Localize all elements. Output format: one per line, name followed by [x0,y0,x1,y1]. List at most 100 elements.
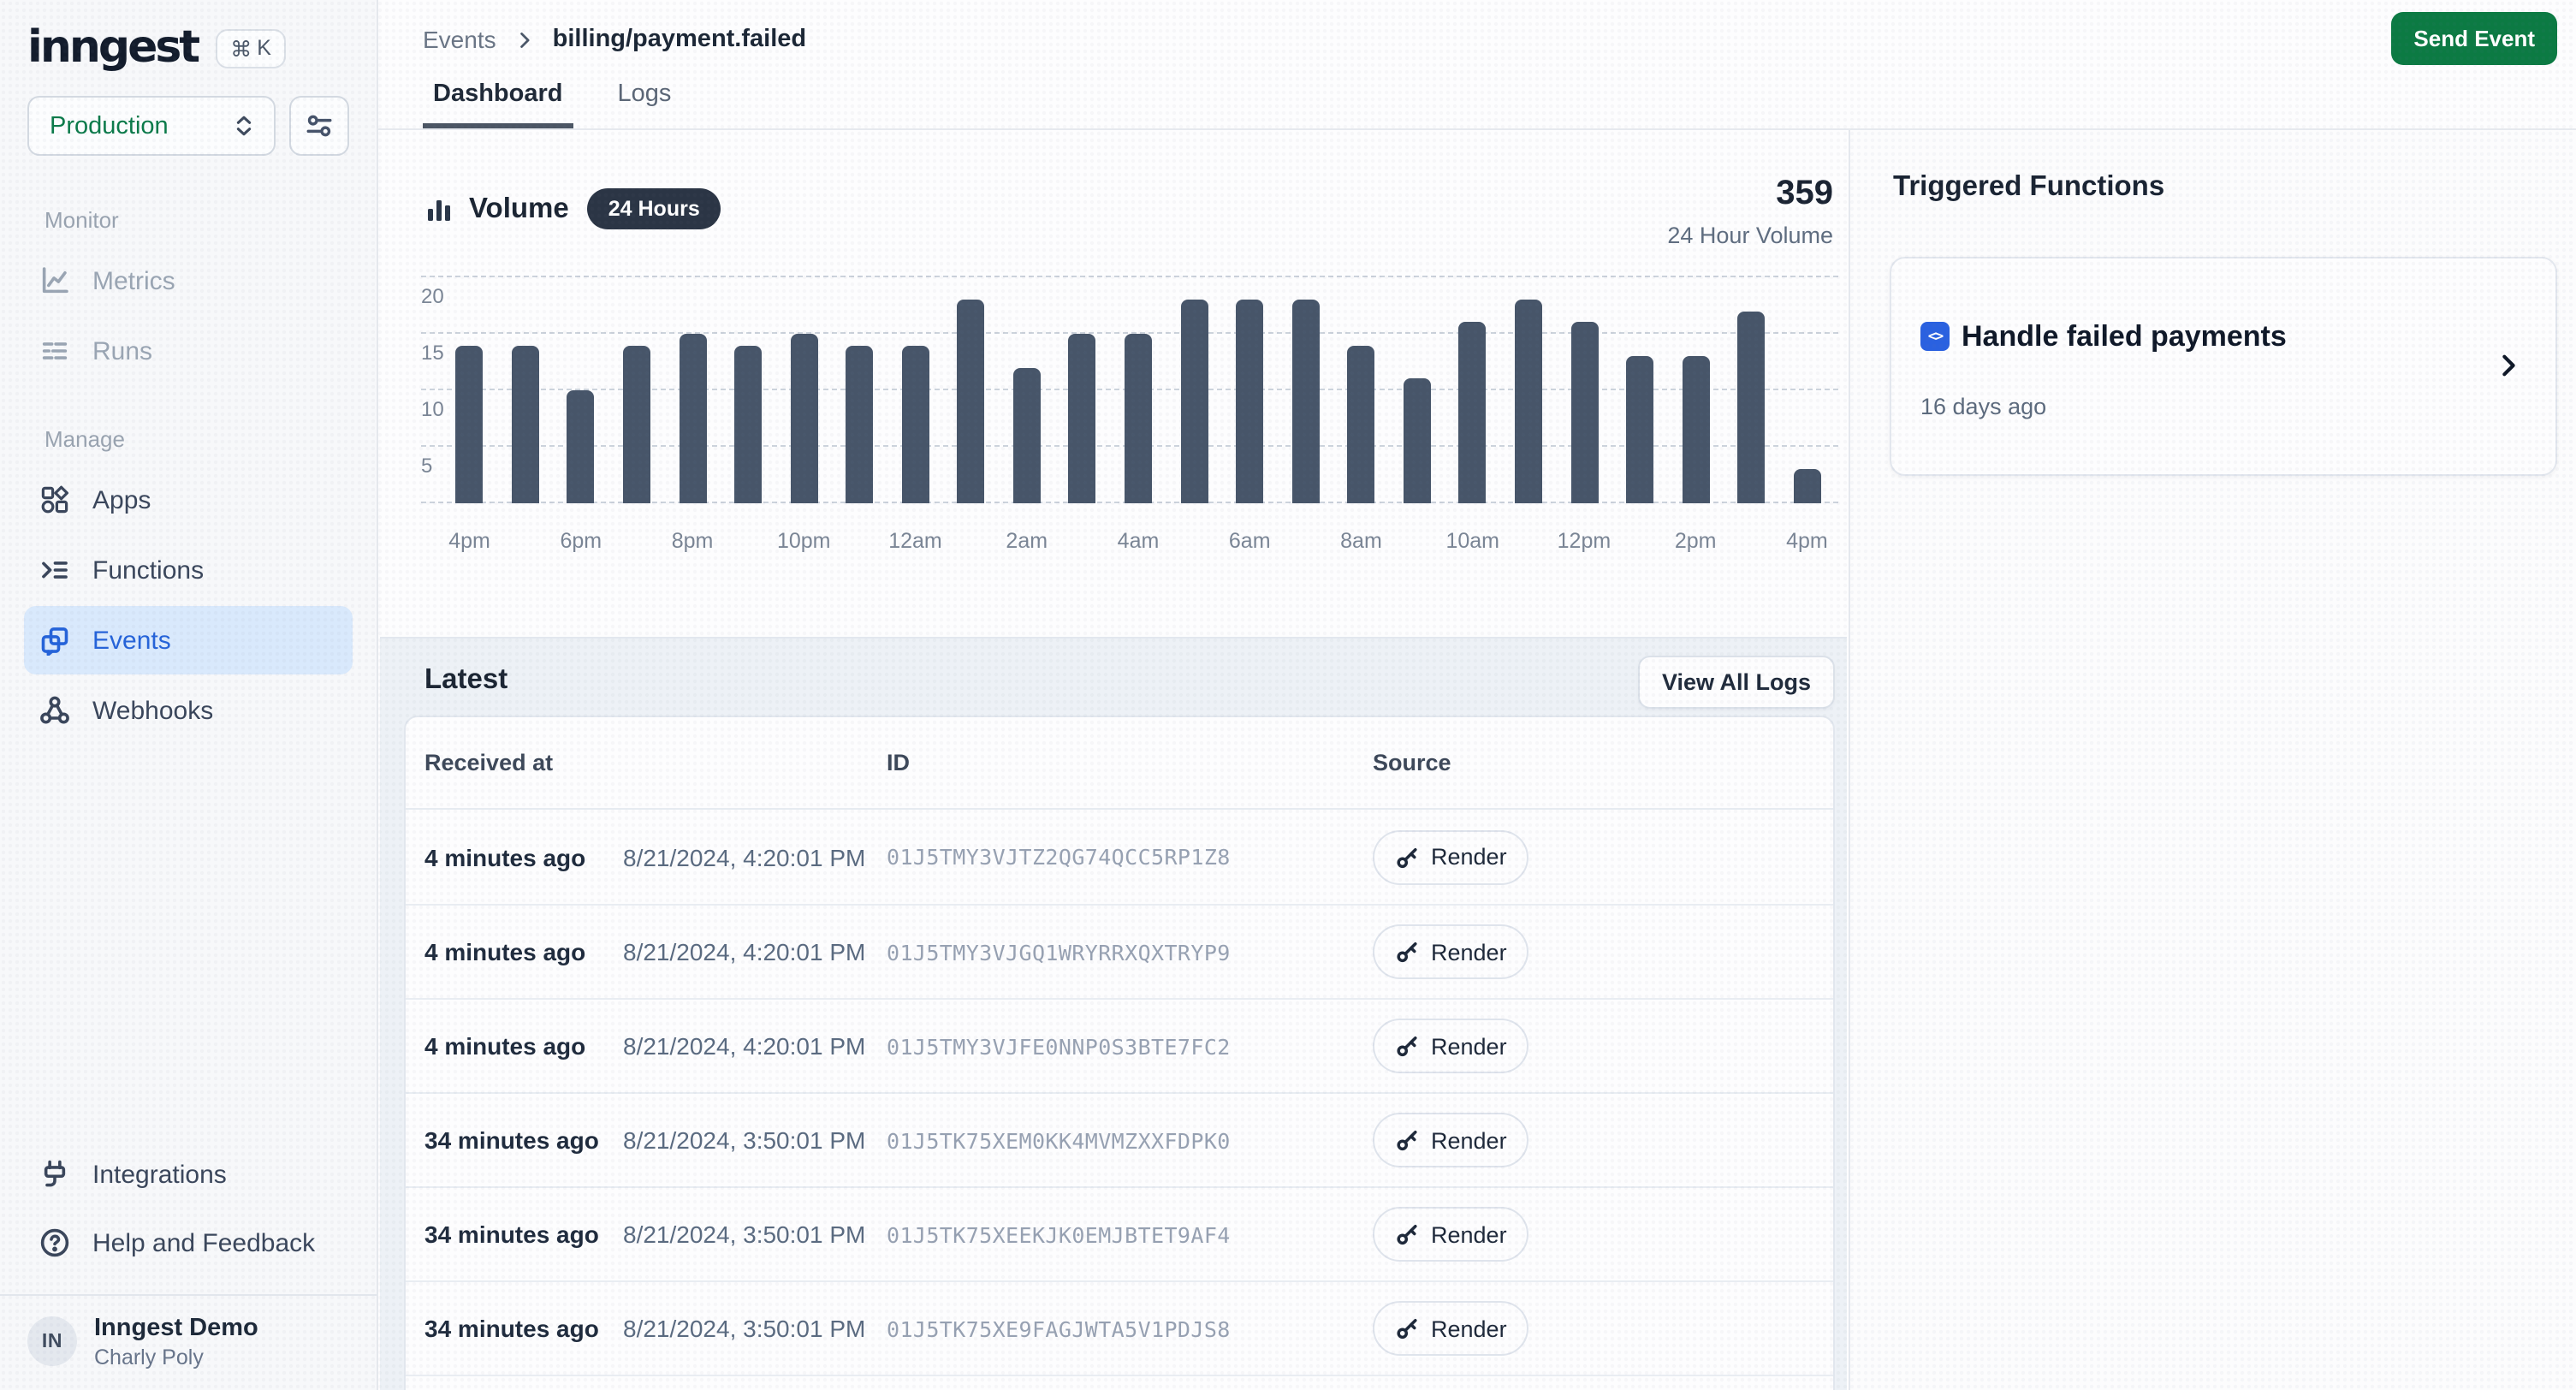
event-row[interactable]: 4 minutes ago8/21/2024, 4:20:01 PM01J5TM… [406,810,1833,904]
volume-bar-9pm[interactable] [734,345,762,503]
chevron-right-icon [515,30,534,49]
chart-x-tick: 4pm [448,529,490,553]
inngest-app-window: inngest ⌘ K Production [0,0,2576,1390]
event-row[interactable]: 34 minutes ago8/21/2024, 3:50:01 PM01J5T… [406,1186,1833,1280]
sidebar-item-label: Events [92,626,171,655]
account-menu[interactable]: IN Inngest Demo Charly Poly [0,1295,377,1390]
column-header-source: Source [1373,750,1814,775]
volume-bar-1am[interactable] [958,300,985,503]
sidebar-item-help-and-feedback[interactable]: Help and Feedback [24,1209,353,1276]
received-timestamp: 8/21/2024, 4:20:01 PM [623,843,887,870]
volume-bar-2am[interactable] [1013,368,1041,503]
environment-settings-button[interactable] [289,96,349,156]
event-row[interactable]: 4 minutes ago8/21/2024, 4:20:01 PM01J5TM… [406,998,1833,1092]
sidebar-item-events[interactable]: Events [24,606,353,674]
key-icon [1395,940,1419,964]
command-key-icon: ⌘ [230,35,252,61]
function-name: Handle failed payments [1962,320,2287,354]
volume-bar-7am[interactable] [1291,300,1319,503]
volume-bar-3pm[interactable] [1737,312,1765,503]
sidebar-item-webhooks[interactable]: Webhooks [24,676,353,745]
key-icon [1395,1316,1419,1340]
volume-bar-3am[interactable] [1069,334,1096,503]
volume-bar-12am[interactable] [902,345,929,503]
chart-y-tick: 10 [421,397,444,421]
volume-bar-4am[interactable] [1125,334,1152,503]
volume-bar-8pm[interactable] [679,334,706,503]
volume-bar-11pm[interactable] [846,345,873,503]
chart-y-tick: 20 [421,284,444,308]
sidebar-item-apps[interactable]: Apps [24,466,353,534]
apps-icon [39,484,70,515]
chart-x-tick: 6am [1229,529,1271,553]
command-palette-shortcut[interactable]: ⌘ K [215,28,287,68]
sidebar-item-runs[interactable]: Runs [24,317,353,385]
source-name: Render [1431,1127,1507,1153]
metrics-icon [39,265,70,296]
sidebar-item-functions[interactable]: Functions [24,536,353,604]
workspace-selector[interactable]: Production [27,96,276,156]
webhooks-icon [39,695,70,726]
latest-section: Latest View All Logs Received at ID Sour… [380,637,1847,1390]
chart-x-tick: 12pm [1558,529,1611,553]
volume-bar-9am[interactable] [1404,379,1431,503]
volume-bar-4pm[interactable] [456,345,484,503]
tab-dashboard[interactable]: Dashboard [423,80,573,128]
volume-bar-8am[interactable] [1348,345,1375,503]
avatar: IN [27,1317,77,1367]
chart-x-tick: 8am [1340,529,1382,553]
code-icon: <> [1920,322,1950,351]
event-row[interactable]: 34 minutes ago8/21/2024, 3:50:01 PM01J5T… [406,1280,1833,1375]
volume-bar-5pm[interactable] [512,345,539,503]
received-relative-time: 34 minutes ago [424,1221,623,1248]
volume-bar-5am[interactable] [1180,300,1208,503]
triggered-function-card[interactable]: <>Handle failed payments16 days ago [1890,257,2557,476]
sidebar-nav: MonitorMetrics Runs ManageApps Functions Eve… [0,190,377,745]
source-name: Render [1431,1033,1507,1059]
event-id: 01J5TMY3VJFE0NNP0S3BTE7FC2 [887,1033,1373,1059]
sidebar-item-metrics[interactable]: Metrics [24,247,353,315]
inngest-logo[interactable]: inngest [27,26,198,70]
received-relative-time: 4 minutes ago [424,1032,623,1060]
source-name: Render [1431,1316,1507,1341]
event-id: 01J5TMY3VJGQ1WRYRRXQXTRYP9 [887,939,1373,965]
event-row[interactable]: 44 minutes ago8/21/2024, 3:40:01 PM01J5T… [406,1375,1833,1390]
volume-bar-1pm[interactable] [1626,356,1653,503]
volume-bar-6am[interactable] [1236,300,1263,503]
key-icon [1395,845,1419,869]
sidebar-item-label: Runs [92,336,152,365]
sidebar-section-label: Manage [0,409,377,464]
column-header-id: ID [887,750,1373,775]
chart-y-tick: 5 [421,454,432,478]
column-header-received-at: Received at [424,750,623,775]
sidebar-section-label: Monitor [0,190,377,245]
volume-bar-2pm[interactable] [1682,356,1709,503]
sidebar-item-integrations[interactable]: Integrations [24,1141,353,1208]
breadcrumb: Events billing/payment.failed [378,0,2576,53]
volume-bar-4pm[interactable] [1794,469,1821,503]
source-badge: Render [1373,1019,1529,1073]
received-relative-time: 4 minutes ago [424,938,623,965]
volume-bar-7pm[interactable] [623,345,650,503]
event-row[interactable]: 4 minutes ago8/21/2024, 4:20:01 PM01J5TM… [406,904,1833,998]
volume-bar-11am[interactable] [1515,300,1542,503]
breadcrumb-events-link[interactable]: Events [423,26,496,53]
event-id: 01J5TK75XEEKJK0EMJBTET9AF4 [887,1221,1373,1247]
received-relative-time: 34 minutes ago [424,1315,623,1342]
send-event-button[interactable]: Send Event [2391,12,2557,65]
sidebar-item-label: Help and Feedback [92,1228,315,1257]
tab-logs[interactable]: Logs [608,80,682,128]
volume-bar-10pm[interactable] [790,334,817,503]
events-icon [39,625,70,656]
event-row[interactable]: 34 minutes ago8/21/2024, 3:50:01 PM01J5T… [406,1092,1833,1186]
view-all-logs-button[interactable]: View All Logs [1638,656,1835,709]
time-range-badge[interactable]: 24 Hours [588,188,721,229]
volume-bar-10am[interactable] [1459,323,1487,503]
tab-bar: Dashboard Logs [423,80,681,128]
volume-section: Volume 24 Hours 359 24 Hour Volume 51015… [380,130,1847,637]
volume-bar-12pm[interactable] [1570,323,1598,503]
event-id: 01J5TK75XE9FAGJWTA5V1PDJS8 [887,1316,1373,1341]
volume-bar-6pm[interactable] [567,390,595,503]
sidebar-item-label: Webhooks [92,696,213,725]
sidebar-item-label: Functions [92,555,204,585]
